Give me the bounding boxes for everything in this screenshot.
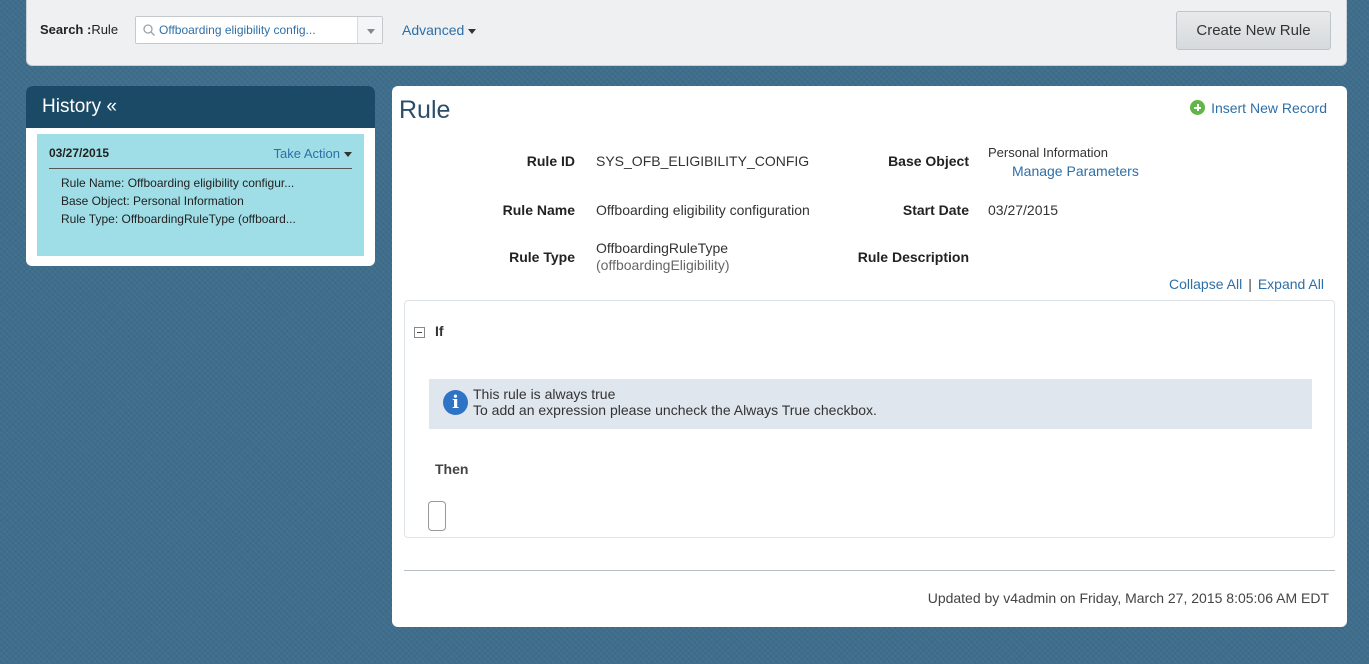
separator: | <box>1248 276 1252 292</box>
manage-parameters-link[interactable]: Manage Parameters <box>1012 163 1139 179</box>
info-message: i This rule is always true To add an exp… <box>429 379 1312 429</box>
rule-name-value: Offboarding eligibility configuration <box>596 202 810 218</box>
start-date-label: Start Date <box>902 202 969 218</box>
expand-all-link[interactable]: Expand All <box>1258 276 1324 292</box>
history-base-object: Base Object: Personal Information <box>61 194 244 208</box>
chevron-down-icon[interactable] <box>357 17 382 43</box>
rule-expression-box: If i This rule is always true To add an … <box>404 300 1335 538</box>
history-title[interactable]: History « <box>26 86 375 128</box>
history-entry[interactable]: 03/27/2015 Take Action Rule Name: Offboa… <box>37 134 364 256</box>
take-action-dropdown[interactable]: Take Action <box>274 146 352 161</box>
info-line-2: To add an expression please uncheck the … <box>473 402 877 418</box>
rule-id-label: Rule ID <box>526 153 575 169</box>
collapse-all-link[interactable]: Collapse All <box>1169 276 1242 292</box>
advanced-dropdown[interactable]: Advanced <box>402 22 477 38</box>
then-checkbox[interactable] <box>428 501 446 531</box>
search-icon <box>143 24 155 36</box>
search-value: Offboarding eligibility config... <box>159 23 316 37</box>
divider <box>49 168 352 169</box>
caret-down-icon <box>344 152 352 158</box>
top-search-bar: Search :Rule Offboarding eligibility con… <box>26 0 1347 66</box>
if-label: If <box>435 323 444 339</box>
search-label: Search :Rule <box>40 22 119 37</box>
caret-down-icon <box>468 28 477 34</box>
rule-description-label: Rule Description <box>857 249 969 265</box>
then-label: Then <box>435 461 469 477</box>
insert-new-record-link[interactable]: Insert New Record <box>1190 100 1327 116</box>
collapse-expand-controls: Collapse All | Expand All <box>1169 276 1324 292</box>
rule-name-label: Rule Name <box>502 202 575 218</box>
collapse-toggle-icon[interactable] <box>414 327 425 338</box>
search-input[interactable]: Offboarding eligibility config... <box>135 16 383 44</box>
info-icon: i <box>443 390 468 415</box>
page-title: Rule <box>399 96 451 124</box>
base-object-value: Personal Information <box>988 145 1108 160</box>
history-panel: History « 03/27/2015 Take Action Rule Na… <box>26 86 375 266</box>
base-object-label: Base Object <box>888 153 969 169</box>
divider <box>404 570 1335 571</box>
info-line-1: This rule is always true <box>473 386 616 402</box>
create-new-rule-button[interactable]: Create New Rule <box>1176 11 1331 50</box>
rule-id-value: SYS_OFB_ELIGIBILITY_CONFIG <box>596 153 810 169</box>
rule-type-label: Rule Type <box>509 249 575 265</box>
rule-type-sub: (offboardingEligibility) <box>596 257 730 273</box>
updated-info: Updated by v4admin on Friday, March 27, … <box>927 590 1329 606</box>
start-date-value: 03/27/2015 <box>988 202 1059 218</box>
history-rule-name: Rule Name: Offboarding eligibility confi… <box>61 176 295 190</box>
plus-circle-icon <box>1190 100 1206 115</box>
rule-panel: Rule Insert New Record Rule ID SYS_OFB_E… <box>392 86 1347 627</box>
history-rule-type: Rule Type: OffboardingRuleType (offboard… <box>61 212 296 226</box>
rule-type-value: OffboardingRuleType <box>596 240 729 256</box>
